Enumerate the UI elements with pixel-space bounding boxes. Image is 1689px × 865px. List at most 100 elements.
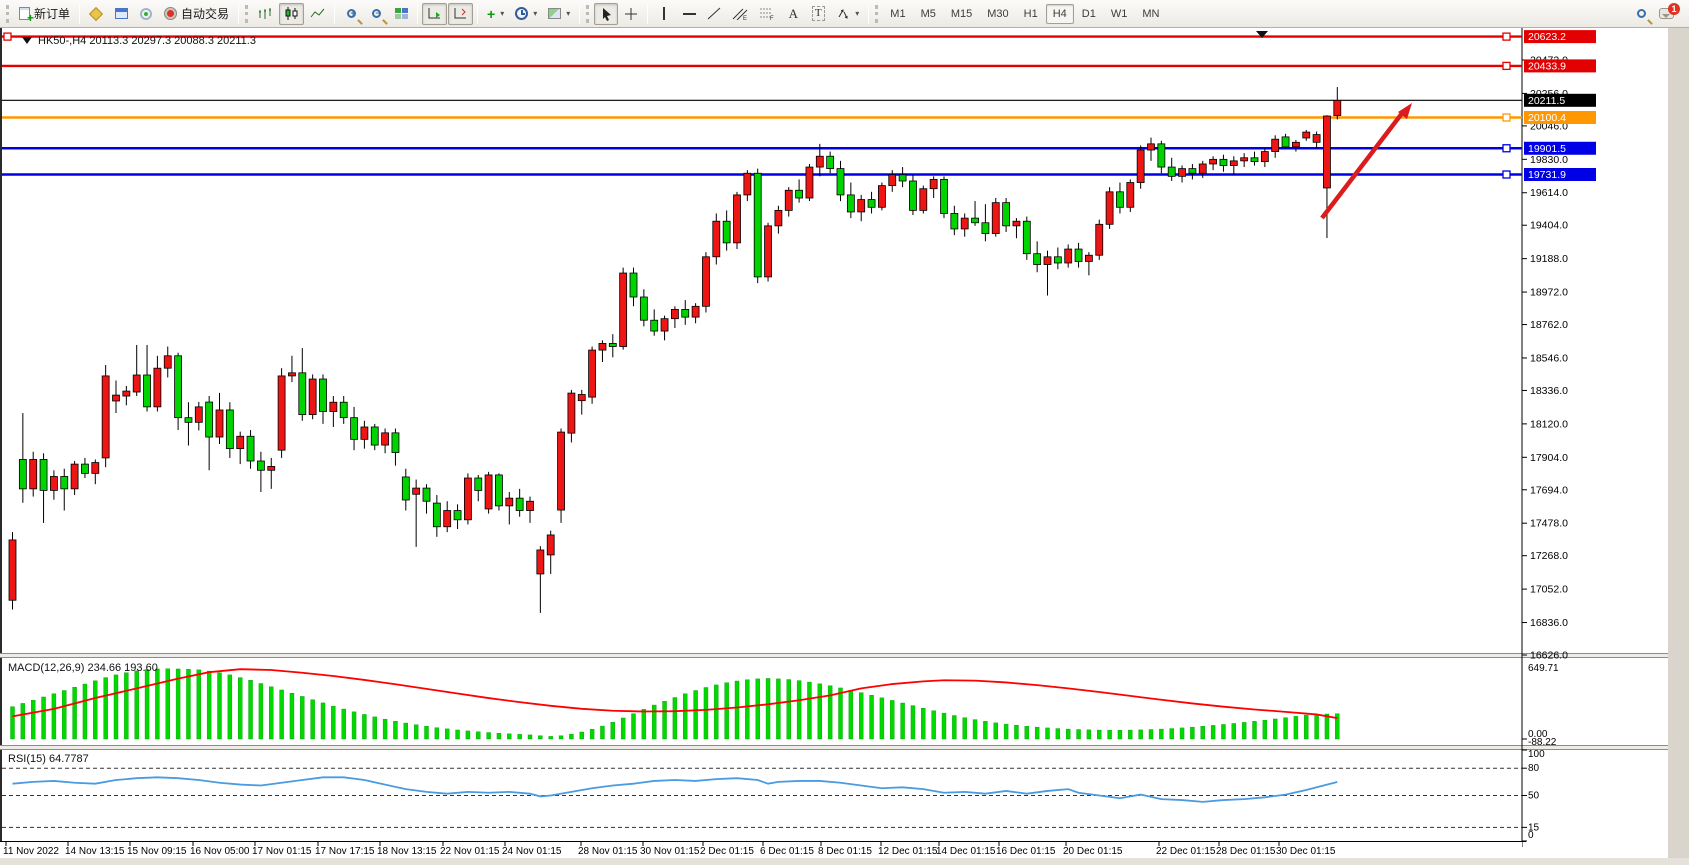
candle (1106, 187, 1113, 229)
macd-histogram-bar (342, 709, 346, 739)
macd-histogram-bar (1108, 730, 1112, 739)
macd-histogram-bar (611, 722, 615, 739)
macd-histogram-bar (1035, 727, 1039, 739)
price-tick-label: 19830.0 (1530, 154, 1568, 166)
macd-histogram-bar (880, 698, 884, 739)
right-margin-strip (1668, 28, 1689, 865)
macd-histogram-bar (921, 708, 925, 739)
candle-body-up (992, 203, 999, 234)
candle (734, 192, 741, 249)
macd-histogram-bar (1232, 723, 1236, 739)
candle-body-up (765, 226, 772, 277)
candle-body-down (682, 309, 689, 317)
macd-histogram-bar (549, 736, 553, 739)
candle-body-down (1251, 158, 1258, 162)
macd-histogram-bar (1056, 729, 1060, 739)
candle-body-up (599, 343, 606, 350)
pane-separator[interactable] (0, 746, 1689, 750)
candle-body-up (1106, 192, 1113, 224)
candle (878, 183, 885, 211)
candle-body-down (909, 181, 916, 210)
candle-body-down (206, 402, 213, 437)
candle-body-up (785, 190, 792, 210)
candle-body-down (1023, 221, 1030, 253)
macd-histogram-bar (766, 678, 770, 739)
candle-body-up (661, 319, 668, 331)
time-tick-label: 15 Nov 09:15 (127, 846, 187, 857)
price-tick-label: 18972.0 (1530, 287, 1568, 299)
macd-histogram-bar (1128, 730, 1132, 739)
candle-body-down (61, 476, 68, 488)
candle (558, 429, 565, 523)
macd-histogram-bar (425, 726, 429, 739)
macd-histogram-bar (11, 707, 15, 739)
candle-body-up (878, 186, 885, 208)
line-handle[interactable] (4, 33, 11, 40)
candle (992, 198, 999, 237)
macd-histogram-bar (1149, 730, 1153, 739)
macd-histogram-bar (952, 716, 956, 739)
candle-body-up (1292, 142, 1299, 147)
macd-histogram-bar (124, 673, 128, 739)
candle (278, 368, 285, 458)
macd-histogram-bar (600, 726, 604, 739)
macd-histogram-bar (994, 723, 998, 739)
candle-body-up (382, 433, 389, 445)
candle-body-down (868, 200, 875, 208)
macd-histogram-bar (249, 680, 253, 739)
macd-histogram-bar (859, 693, 863, 739)
candle (1127, 179, 1134, 211)
rsi-label: RSI(15) 64.7787 (8, 753, 89, 765)
macd-histogram-bar (1304, 715, 1308, 739)
candle-body-up (485, 475, 492, 509)
time-tick-label: 11 Nov 2022 (3, 846, 59, 857)
candle-body-up (1065, 249, 1072, 263)
macd-histogram-bar (155, 669, 159, 739)
macd-histogram-bar (538, 736, 542, 739)
candle-body-up (506, 498, 513, 506)
price-tick-label: 18120.0 (1530, 418, 1568, 430)
line-handle[interactable] (1503, 171, 1510, 178)
candle-body-up (164, 356, 171, 368)
candle-body-down (320, 379, 327, 411)
time-tick-label: 17 Nov 01:15 (252, 846, 312, 857)
candle-body-up (527, 501, 534, 510)
candle-body-up (361, 427, 368, 439)
candle-body-down (837, 169, 844, 195)
line-handle[interactable] (1503, 145, 1510, 152)
macd-histogram-bar (1180, 728, 1184, 739)
candle-body-up (309, 379, 316, 415)
macd-histogram-bar (352, 712, 356, 739)
macd-histogram-bar (31, 700, 35, 739)
chart-area[interactable]: 20472.020256.020046.019830.019614.019404… (0, 0, 1689, 865)
macd-histogram-bar (1014, 725, 1018, 739)
candle (309, 374, 316, 419)
macd-histogram-bar (828, 686, 832, 739)
macd-histogram-bar (1004, 724, 1008, 739)
candle-body-up (692, 306, 699, 317)
macd-histogram-bar (290, 693, 294, 739)
pane-separator[interactable] (0, 654, 1689, 658)
price-tick-label: 18762.0 (1530, 319, 1568, 331)
price-tick-label: 16626.0 (1530, 650, 1568, 662)
line-handle[interactable] (1503, 114, 1510, 121)
macd-histogram-bar (445, 729, 449, 739)
candle-body-up (775, 210, 782, 225)
candle-body-down (1158, 144, 1165, 167)
macd-histogram-bar (52, 694, 56, 739)
candle-body-up (71, 464, 78, 489)
macd-histogram-bar (331, 706, 335, 739)
line-handle[interactable] (1503, 33, 1510, 40)
candle-body-down (257, 461, 264, 470)
macd-histogram-bar (569, 734, 573, 739)
macd-histogram-bar (186, 669, 190, 739)
candle-body-up (1241, 158, 1248, 161)
macd-histogram-bar (1221, 724, 1225, 739)
line-handle[interactable] (1503, 62, 1510, 69)
candle-body-up (1148, 144, 1155, 150)
candle (765, 223, 772, 282)
time-tick-label: 30 Dec 01:15 (1276, 846, 1336, 857)
macd-histogram-bar (1242, 722, 1246, 739)
candle (941, 176, 948, 218)
time-tick-label: 16 Dec 01:15 (996, 846, 1056, 857)
